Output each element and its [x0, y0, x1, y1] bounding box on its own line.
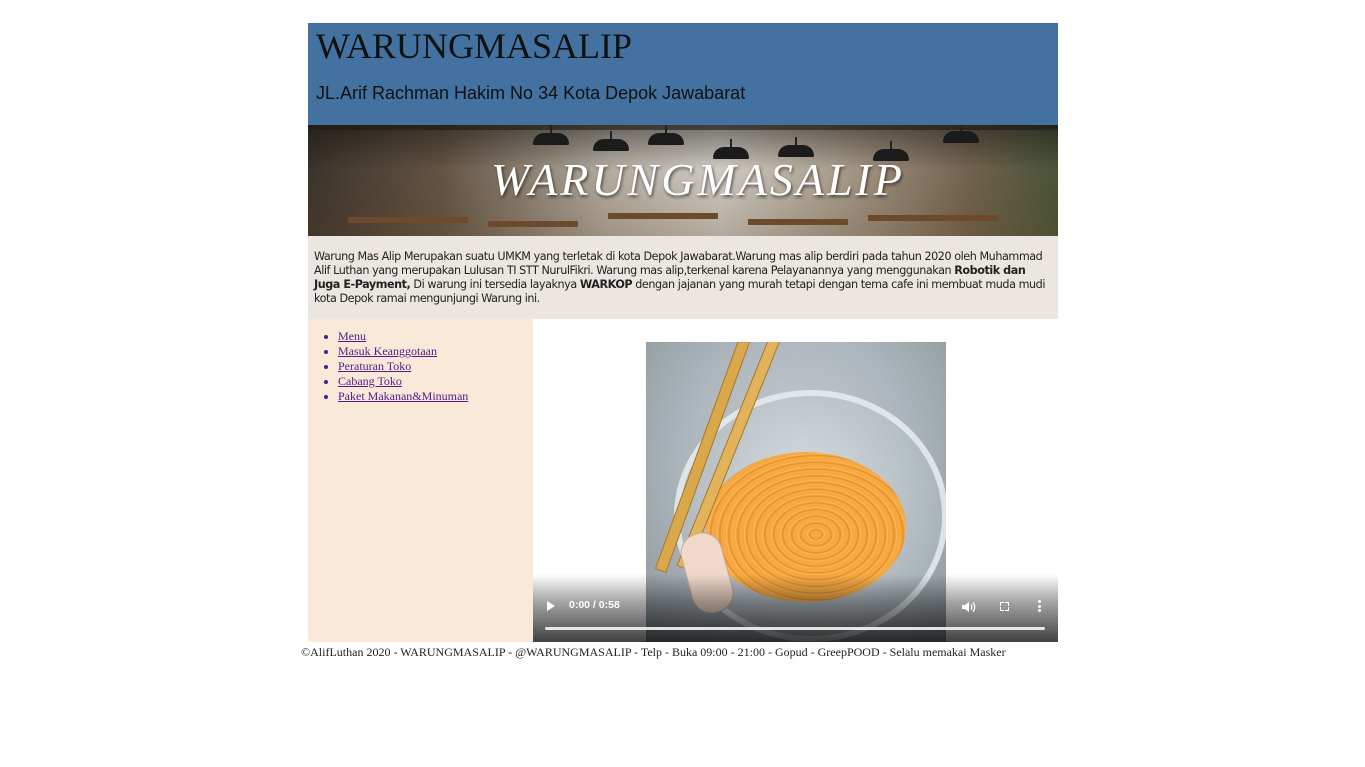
content-area: Menu Masuk Keanggotaan Peraturan Toko Ca… [308, 319, 1058, 642]
sidebar-nav: Menu Masuk Keanggotaan Peraturan Toko Ca… [308, 319, 533, 642]
play-icon[interactable] [547, 601, 555, 611]
volume-icon[interactable] [962, 601, 976, 613]
nav-item: Masuk Keanggotaan [338, 344, 533, 359]
main-content: 0:00 / 0:58 [533, 319, 1058, 642]
more-options-icon[interactable] [1038, 600, 1042, 614]
nav-link-membership[interactable]: Masuk Keanggotaan [338, 344, 437, 358]
nav-item: Cabang Toko [338, 374, 533, 389]
nav-link-branches[interactable]: Cabang Toko [338, 374, 402, 388]
nav-list: Menu Masuk Keanggotaan Peraturan Toko Ca… [308, 329, 533, 404]
site-header: WARUNGMASALIP JL.Arif Rachman Hakim No 3… [308, 23, 1058, 125]
nav-item: Menu [338, 329, 533, 344]
lamp-icon [533, 125, 569, 145]
nav-item: Paket Makanan&Minuman [338, 389, 533, 404]
lamp-icon [648, 125, 684, 145]
banner-title: WARUNGMASALIP [491, 154, 905, 205]
lamp-icon [593, 131, 629, 151]
site-address: JL.Arif Rachman Hakim No 34 Kota Depok J… [316, 83, 746, 103]
video-time: 0:00 / 0:58 [569, 599, 620, 611]
description-text: Di warung ini tersedia layaknya [410, 278, 580, 291]
site-footer: ©AlifLuthan 2020 - WARUNGMASALIP - @WARU… [301, 645, 1006, 659]
nav-item: Peraturan Toko [338, 359, 533, 374]
nav-link-rules[interactable]: Peraturan Toko [338, 359, 411, 373]
nav-link-menu[interactable]: Menu [338, 329, 366, 343]
video-player[interactable]: 0:00 / 0:58 [533, 319, 1058, 642]
fullscreen-icon[interactable] [1000, 602, 1009, 611]
lamp-icon [943, 125, 979, 143]
banner-image: WARUNGMASALIP [308, 125, 1058, 236]
description-bold-text: WARKOP [579, 278, 633, 291]
video-progress-bar[interactable] [545, 627, 1045, 630]
description-text: Warung Mas Alip Merupakan suatu UMKM yan… [314, 250, 1043, 277]
video-controls: 0:00 / 0:58 [533, 574, 1058, 642]
site-title: WARUNGMASALIP [316, 26, 633, 66]
page-container: WARUNGMASALIP JL.Arif Rachman Hakim No 3… [308, 23, 1058, 642]
nav-link-packages[interactable]: Paket Makanan&Minuman [338, 389, 468, 403]
about-description: Warung Mas Alip Merupakan suatu UMKM yan… [308, 236, 1058, 319]
